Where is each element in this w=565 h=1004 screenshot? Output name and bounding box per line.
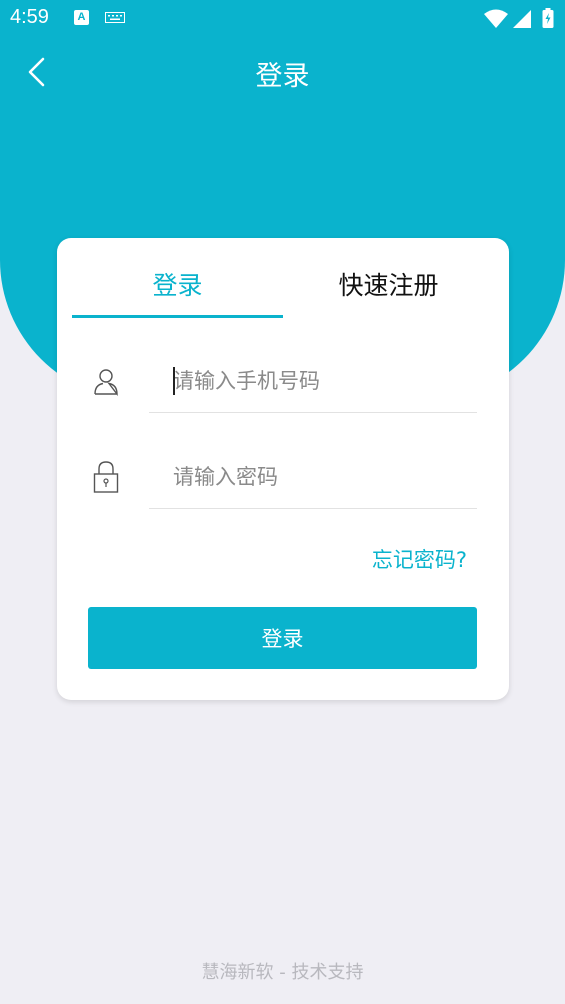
keyboard-icon [105, 12, 125, 23]
phone-input-underline [149, 412, 477, 413]
login-card: 登录 快速注册 忘记密码? 登录 [57, 238, 509, 700]
wifi-icon [484, 9, 508, 28]
phone-input[interactable] [149, 356, 477, 406]
tab-login[interactable]: 登录 [72, 266, 283, 308]
user-icon [94, 369, 118, 396]
cell-signal-icon [513, 10, 531, 28]
password-input-underline [149, 508, 477, 509]
status-bar: 4:59 A [0, 0, 565, 38]
footer-credit: 慧海新软 - 技术支持 [201, 962, 364, 983]
login-button[interactable]: 登录 [88, 607, 477, 669]
a-notification-icon: A [74, 10, 89, 25]
forgot-password-link[interactable]: 忘记密码? [372, 544, 467, 574]
text-cursor [173, 367, 175, 395]
page-title: 登录 [255, 61, 310, 92]
active-tab-indicator [72, 315, 283, 318]
battery-charging-icon [542, 8, 554, 28]
status-time: 4:59 [10, 6, 49, 28]
lock-icon [93, 461, 119, 493]
tab-quick-register[interactable]: 快速注册 [283, 266, 494, 308]
password-input[interactable] [149, 452, 477, 502]
